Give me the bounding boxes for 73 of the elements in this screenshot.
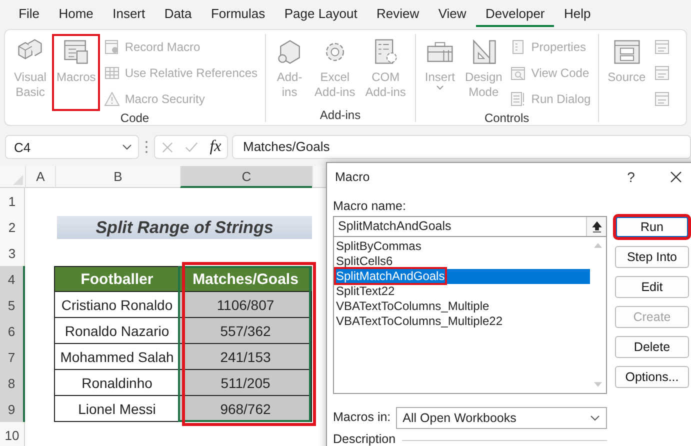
chevron-icon bbox=[122, 144, 132, 150]
dialog-button[interactable]: Edit bbox=[615, 276, 689, 298]
group-label: Add-ins bbox=[320, 108, 361, 122]
insert-function-button[interactable]: fx bbox=[210, 138, 222, 156]
column-header[interactable]: A bbox=[25, 166, 55, 188]
grip-icon[interactable] bbox=[145, 140, 148, 154]
table-cell: Lionel Messi bbox=[54, 395, 180, 422]
help-button[interactable]: ? bbox=[609, 168, 653, 186]
menu-tab[interactable]: Insert bbox=[103, 1, 155, 27]
dialog-button[interactable]: Delete bbox=[615, 336, 689, 358]
magnifier-window-icon bbox=[510, 65, 526, 81]
list-icon bbox=[510, 39, 526, 55]
document-icon bbox=[654, 39, 670, 55]
macro-list-item[interactable]: VBATextToColumns_Multiple bbox=[334, 299, 590, 314]
menu-tab[interactable]: File bbox=[9, 1, 50, 27]
sheet-title: Split Range of Strings bbox=[57, 216, 312, 239]
macro-list-item[interactable]: SplitMatchAndGoals bbox=[334, 269, 590, 284]
menu-tab[interactable]: Home bbox=[49, 1, 104, 27]
table-cell: 241/153 bbox=[179, 343, 312, 370]
document-icon bbox=[654, 91, 670, 107]
menu-tab[interactable]: Developer bbox=[476, 1, 554, 27]
chevron-icon bbox=[590, 415, 600, 421]
row-header[interactable]: 10 bbox=[0, 422, 25, 446]
macro-list-item[interactable]: SplitText22 bbox=[334, 284, 590, 299]
formula-field[interactable]: Matches/Goals bbox=[232, 135, 691, 159]
macro-list-item[interactable]: VBATextToColumns_Multiple22 bbox=[334, 314, 590, 329]
dialog-button[interactable]: Options... bbox=[615, 366, 689, 388]
row-header[interactable]: 5 bbox=[0, 292, 25, 318]
document-icon bbox=[654, 65, 670, 81]
dialog-title: Macro bbox=[335, 170, 371, 184]
table-cell: 1106/807 bbox=[179, 291, 312, 318]
dialog-button[interactable]: Run bbox=[615, 216, 689, 238]
macros-in-dropdown[interactable]: All Open Workbooks bbox=[396, 407, 607, 429]
field-label: Macros in: bbox=[333, 410, 391, 424]
table-header-cell: Footballer bbox=[54, 266, 180, 292]
window-icon bbox=[612, 37, 642, 67]
menu-tab[interactable]: Review bbox=[366, 1, 429, 27]
triangle-icon bbox=[13, 175, 23, 185]
close-icon bbox=[670, 171, 682, 183]
group-label: Controls bbox=[484, 111, 530, 125]
row-header[interactable]: 9 bbox=[0, 396, 25, 422]
macro-list-item[interactable]: SplitByCommas bbox=[334, 239, 590, 254]
select-all-button[interactable] bbox=[0, 166, 25, 188]
scroll-down-icon[interactable] bbox=[594, 382, 602, 387]
row-header[interactable]: 6 bbox=[0, 318, 25, 344]
warning-icon bbox=[104, 91, 120, 107]
document-icon bbox=[104, 39, 120, 55]
menu-tab[interactable]: Page Layout bbox=[274, 1, 367, 27]
check-icon[interactable] bbox=[185, 140, 198, 154]
name-box[interactable]: C4 bbox=[5, 135, 139, 159]
menu-tab[interactable]: Help bbox=[554, 1, 600, 27]
column-header[interactable]: B bbox=[55, 166, 180, 188]
cancel-icon[interactable] bbox=[160, 140, 174, 154]
row-header[interactable]: 2 bbox=[0, 214, 25, 240]
table-cell: 557/362 bbox=[179, 317, 312, 344]
row-header[interactable]: 7 bbox=[0, 344, 25, 370]
row-header[interactable]: 3 bbox=[0, 240, 25, 266]
list-window-icon bbox=[510, 91, 526, 107]
grid-icon bbox=[104, 65, 120, 81]
table-cell: 511/205 bbox=[179, 369, 312, 396]
scroll-up-icon[interactable] bbox=[594, 243, 602, 248]
row-header[interactable]: 1 bbox=[0, 188, 25, 214]
field-label: Macro name: bbox=[333, 199, 407, 214]
menu-tab[interactable]: View bbox=[428, 1, 476, 27]
menu-tab[interactable]: Formulas bbox=[201, 1, 275, 27]
row-header[interactable]: 4 bbox=[0, 266, 25, 292]
column-header[interactable]: C bbox=[180, 166, 312, 188]
dialog-button[interactable]: Step Into bbox=[615, 246, 689, 268]
row-header[interactable]: 8 bbox=[0, 370, 25, 396]
menu-tab[interactable]: Data bbox=[154, 1, 202, 27]
group-label: Code bbox=[120, 111, 150, 125]
macro-list-item[interactable]: SplitCells6 bbox=[334, 254, 590, 269]
section-label: Description bbox=[333, 432, 396, 446]
